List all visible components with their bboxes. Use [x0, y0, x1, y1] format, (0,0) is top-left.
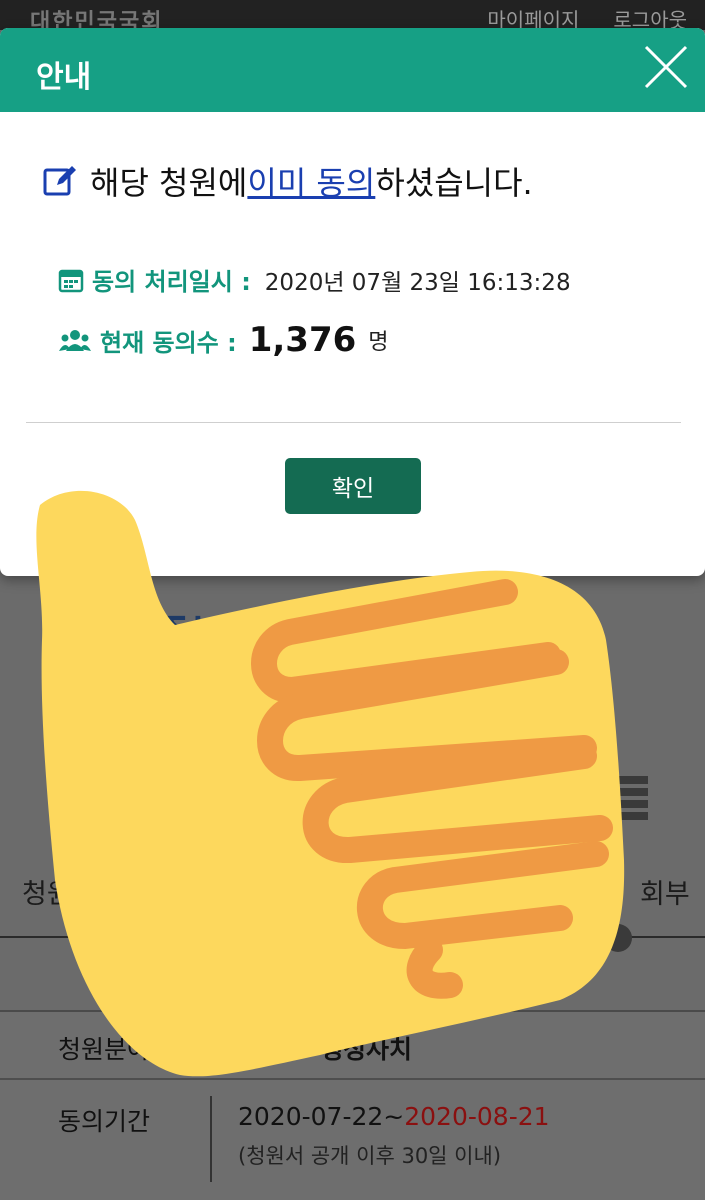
agree-date-row: 동의 처리일시 : 2020년 07월 23일 16:13:28 — [58, 262, 571, 297]
info-row-field: 청원분야 행정사치 — [0, 1012, 705, 1080]
field-label: 청원분야 — [58, 1035, 151, 1064]
agree-count-unit: 명 — [368, 330, 389, 355]
step-dot-submit — [74, 924, 102, 952]
confirm-button[interactable]: 확인 — [285, 458, 421, 514]
step-dot-referral — [604, 924, 632, 952]
field-value: 행정사치 — [320, 1035, 413, 1064]
users-icon — [59, 330, 91, 351]
top-bar: 대한민국국회 마이페이지 로그아웃 — [0, 0, 705, 35]
period-note: (청원서 공개 이후 30일 이내) — [238, 1144, 502, 1168]
message-prefix: 해당 청원에 — [90, 164, 248, 202]
agree-date-label: 동의 처리일시 : — [92, 268, 251, 296]
period-end: 2020-08-21 — [404, 1102, 550, 1131]
agree-count-value: 1,376 — [248, 320, 357, 360]
calendar-icon — [58, 269, 84, 292]
close-icon[interactable] — [643, 44, 689, 90]
money-hand-icon — [58, 786, 106, 838]
period-label: 동의기간 — [58, 1107, 151, 1136]
notice-modal: 안내 해당 청원에 이미 동의 하셨습니다. 동의 처리일시 : 2020년 0… — [0, 28, 705, 576]
petition-info-table: 청원분야 행정사치 동의기간 2020-07-22~2020-08-21 (청원… — [0, 1010, 705, 1200]
step-label-submit: 청원서 등 — [22, 879, 130, 910]
period-value: 2020-07-22~2020-08-21 — [238, 1102, 550, 1131]
modal-header: 안내 — [0, 28, 705, 112]
already-agreed-link[interactable]: 이미 동의 — [247, 158, 375, 204]
period-start: 2020-07-22~ — [238, 1102, 405, 1131]
agree-date-value: 2020년 07월 23일 16:13:28 — [264, 269, 571, 296]
message-suffix: 하셨습니다. — [375, 164, 533, 202]
edit-icon — [43, 166, 76, 196]
documents-stack-icon — [600, 776, 648, 820]
petition-title: [ 번가족부 한 강 — [40, 611, 335, 660]
step-label-referral: 회부 — [640, 879, 690, 910]
steps-line — [0, 936, 705, 938]
info-row-period: 동의기간 2020-07-22~2020-08-21 (청원서 공개 이후 30… — [0, 1080, 705, 1200]
modal-title: 안내 — [36, 60, 92, 95]
modal-divider — [26, 422, 681, 423]
progress-steps: 청원서 등 회부 — [0, 740, 705, 952]
agree-count-label: 현재 동의수 : — [100, 328, 237, 357]
agreed-message: 해당 청원에 이미 동의 하셨습니다. — [42, 158, 533, 204]
agree-count-row: 현재 동의수 : 1,376 명 — [58, 320, 389, 360]
row-divider — [210, 1096, 212, 1182]
